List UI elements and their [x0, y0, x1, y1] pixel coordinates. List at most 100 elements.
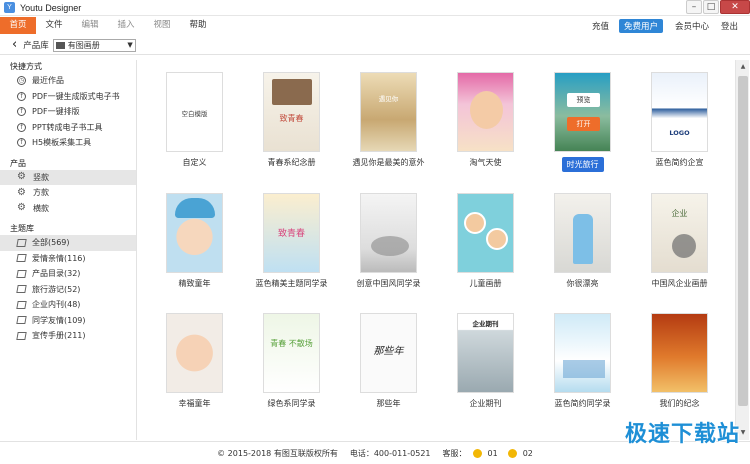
template-thumbnail	[651, 313, 708, 393]
library-select[interactable]: 有图画册 ▼	[52, 38, 136, 52]
template-thumbnail: 企业期刊	[457, 313, 514, 393]
template-card[interactable]: 致青春 蓝色精美主题同学录	[243, 193, 340, 289]
template-name: 那些年	[376, 399, 401, 408]
vip-badge[interactable]: 免费用户	[618, 18, 663, 33]
qq-icon[interactable]	[472, 448, 482, 458]
template-thumbnail	[457, 193, 514, 273]
menu-file[interactable]: 文件	[36, 17, 72, 34]
template-card[interactable]: 空白模版 自定义	[146, 72, 243, 168]
member-center-link[interactable]: 会员中心	[675, 20, 709, 32]
template-thumbnail: 青春 不散场	[263, 313, 320, 393]
menu-edit[interactable]: 编辑	[72, 17, 108, 34]
preview-button[interactable]: 预览	[567, 93, 600, 107]
template-name: 蓝色精美主题同学录	[255, 279, 328, 288]
sidebar-item-theme-love[interactable]: 爱情亲情(116)	[0, 251, 136, 267]
template-name: 自定义	[182, 158, 207, 167]
template-thumbnail	[360, 193, 417, 273]
template-card[interactable]: 蓝色简约同学录	[534, 313, 631, 409]
template-name: 蓝色简约同学录	[554, 399, 611, 408]
title-bar: Y Youtu Designer – □ ✕	[0, 0, 750, 16]
template-card[interactable]: 企业期刊 企业期刊	[437, 313, 534, 409]
shortcuts-title: 快捷方式	[10, 62, 42, 71]
template-thumbnail	[554, 193, 611, 273]
template-name: 遇见你是最美的意外	[352, 158, 425, 167]
template-name: 企业期刊	[469, 399, 502, 408]
template-card-selected[interactable]: 预览 打开 时光旅行	[534, 72, 631, 172]
menu-bar: 首页 文件 编辑 插入 视图 帮助 充值 免费用户 会员中心 登出	[0, 17, 750, 34]
template-card[interactable]: 致青春 青春系纪念册	[243, 72, 340, 168]
template-card[interactable]: 精致童年	[146, 193, 243, 289]
template-name: 绿色系同学录	[267, 399, 316, 408]
sidebar-item-portrait[interactable]: ⚙ 竖款	[0, 169, 136, 185]
chevron-down-icon: ▼	[127, 40, 133, 49]
tag-icon	[16, 316, 27, 325]
sidebar-item-theme-all[interactable]: 全部(569)	[0, 235, 136, 251]
sidebar-item-h5-tool[interactable]: f H5模板采集工具	[0, 135, 136, 151]
template-card[interactable]: 幸福童年	[146, 313, 243, 409]
template-name: 创意中国风同学录	[356, 279, 421, 288]
template-card[interactable]: 遇见你 遇见你是最美的意外	[340, 72, 437, 168]
template-card[interactable]: 淘气天使	[437, 72, 534, 168]
sidebar-item-theme-classmates[interactable]: 同学友情(109)	[0, 313, 136, 329]
menu-help[interactable]: 帮助	[180, 17, 216, 34]
template-thumbnail: 预览 打开	[554, 72, 611, 152]
sidebar-item-square[interactable]: ⚙ 方款	[0, 185, 136, 201]
sidebar: 快捷方式 ◷ 最近作品 f PDF一键生成版式电子书 f PDF一键排版 f PPT转成…	[0, 60, 137, 440]
template-card[interactable]: 我们的纪念	[631, 313, 728, 409]
template-name: 儿童画册	[469, 279, 502, 288]
template-name: 中国风企业画册	[651, 279, 708, 288]
template-grid: 空白模版 自定义 致青春 青春系纪念册 遇见你 遇见你是最美的意外 淘气天使 预…	[138, 60, 735, 440]
open-button[interactable]: 打开	[567, 117, 600, 131]
menu-view[interactable]: 视图	[144, 17, 180, 34]
sidebar-item-theme-journal[interactable]: 企业内刊(48)	[0, 297, 136, 313]
scrollbar-thumb[interactable]	[738, 76, 748, 406]
sidebar-item-landscape[interactable]: ⚙ 横款	[0, 201, 136, 217]
watermark: 极速下载站	[624, 422, 740, 447]
sidebar-item-theme-catalog[interactable]: 产品目录(32)	[0, 266, 136, 282]
sidebar-item-recent[interactable]: ◷ 最近作品	[0, 73, 136, 89]
template-thumbnail: 致青春	[263, 72, 320, 152]
logout-link[interactable]: 登出	[721, 20, 738, 32]
template-thumbnail	[166, 193, 223, 273]
template-card[interactable]: LOGO 蓝色简约企宣	[631, 72, 728, 168]
close-button[interactable]: ✕	[720, 0, 750, 14]
template-name: 幸福童年	[178, 399, 211, 408]
template-name: 淘气天使	[469, 158, 502, 167]
menu-home[interactable]: 首页	[0, 17, 36, 34]
template-name: 你很漂亮	[566, 279, 599, 288]
template-card[interactable]: 青春 不散场 绿色系同学录	[243, 313, 340, 409]
back-arrow-icon[interactable]: ‹	[12, 38, 17, 52]
template-thumbnail	[457, 72, 514, 152]
template-name: 我们的纪念	[659, 399, 700, 408]
template-thumbnail	[166, 313, 223, 393]
template-card[interactable]: 企业 中国风企业画册	[631, 193, 728, 289]
sidebar-item-theme-travel[interactable]: 旅行游记(52)	[0, 282, 136, 298]
info-icon: f	[17, 107, 26, 117]
tag-icon	[16, 285, 27, 294]
template-thumbnail: 那些年	[360, 313, 417, 393]
template-thumbnail	[554, 313, 611, 393]
template-card[interactable]: 那些年 那些年	[340, 313, 437, 409]
template-thumbnail: 遇见你	[360, 72, 417, 152]
template-card[interactable]: 创意中国风同学录	[340, 193, 437, 289]
qq-icon[interactable]	[507, 448, 517, 458]
menu-insert[interactable]: 插入	[108, 17, 144, 34]
template-card[interactable]: 你很漂亮	[534, 193, 631, 289]
minimize-button[interactable]: –	[686, 0, 702, 14]
template-name: 精致童年	[178, 279, 211, 288]
template-name: 蓝色简约企宣	[655, 158, 704, 167]
library-label: 产品库	[23, 41, 49, 51]
themes-title: 主题库	[10, 224, 34, 233]
recharge-link[interactable]: 充值	[592, 20, 609, 32]
scroll-up-icon[interactable]: ▲	[736, 60, 750, 74]
sidebar-item-theme-brochure[interactable]: 宣传手册(211)	[0, 328, 136, 344]
info-icon: f	[17, 122, 26, 132]
maximize-button[interactable]: □	[703, 0, 719, 14]
window-controls: – □ ✕	[685, 0, 750, 14]
sidebar-item-pdf-layout[interactable]: f PDF一键排版	[0, 104, 136, 120]
sidebar-item-pdf-ebook[interactable]: f PDF一键生成版式电子书	[0, 89, 136, 105]
tag-icon	[16, 331, 27, 340]
vertical-scrollbar[interactable]: ▲ ▼	[735, 60, 749, 440]
sidebar-item-ppt-ebook[interactable]: f PPT转成电子书工具	[0, 120, 136, 136]
template-card[interactable]: 儿童画册	[437, 193, 534, 289]
